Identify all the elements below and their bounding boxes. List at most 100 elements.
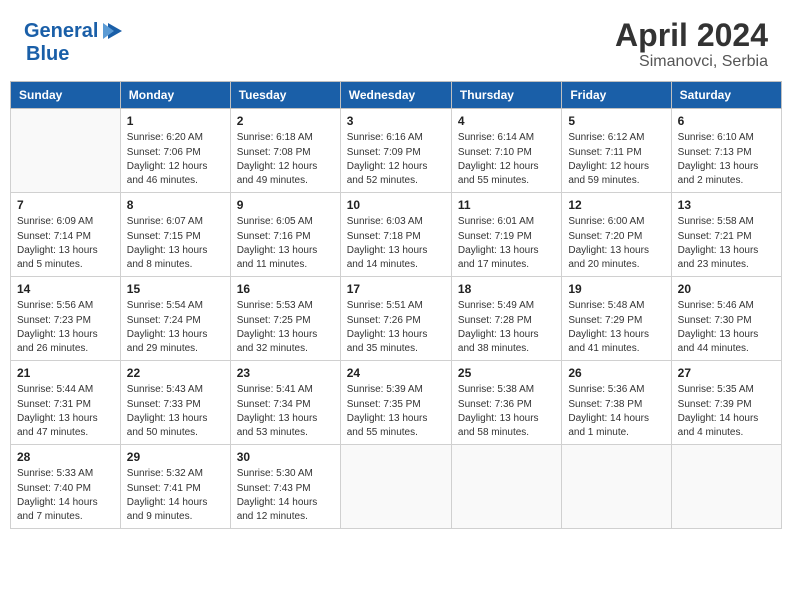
sunset-text: Sunset: 7:13 PM [678, 146, 775, 160]
location-subtitle: Simanovci, Serbia [615, 53, 768, 71]
sunrise-text: Sunrise: 6:14 AM [458, 131, 555, 145]
daylight-text: Daylight: 14 hours and 4 minutes. [678, 412, 775, 439]
day-number: 18 [458, 282, 555, 296]
logo-blue: Blue [26, 44, 126, 65]
col-tuesday: Tuesday [230, 82, 340, 109]
calendar-cell [340, 445, 451, 529]
day-number: 28 [17, 450, 114, 464]
logo: General Blue [24, 18, 126, 65]
calendar-cell: 9 Sunrise: 6:05 AMSunset: 7:16 PMDaylight… [230, 193, 340, 277]
sunrise-text: Sunrise: 6:12 AM [568, 131, 664, 145]
calendar-header-row: Sunday Monday Tuesday Wednesday Thursday… [11, 82, 782, 109]
sunset-text: Sunset: 7:33 PM [127, 398, 224, 412]
calendar-cell [562, 445, 671, 529]
day-number: 7 [17, 198, 114, 212]
calendar-cell: 20Sunrise: 5:46 AMSunset: 7:30 PMDayligh… [671, 277, 781, 361]
day-number: 9 [237, 198, 334, 212]
daylight-text: Daylight: 13 hours and 5 minutes. [17, 244, 114, 271]
day-number: 5 [568, 114, 664, 128]
sunrise-text: Sunrise: 5:36 AM [568, 383, 664, 397]
day-number: 21 [17, 366, 114, 380]
calendar-week-row: 7Sunrise: 6:09 AMSunset: 7:14 PMDaylight… [11, 193, 782, 277]
day-number: 6 [678, 114, 775, 128]
calendar-cell: 24 Sunrise: 5:39 AMSunset: 7:35 PMDayligh… [340, 361, 451, 445]
calendar-cell: 30Sunrise: 5:30 AMSunset: 7:43 PMDayligh… [230, 445, 340, 529]
sunrise-text: Sunrise: 5:48 AM [568, 299, 664, 313]
daylight-text: Daylight: 13 hours and 14 minutes. [347, 244, 445, 271]
calendar-cell: 29Sunrise: 5:32 AMSunset: 7:41 PMDayligh… [120, 445, 230, 529]
daylight-text: Daylight: 13 hours and 11 minutes. [237, 244, 334, 271]
sunset-text: Sunset: 7:20 PM [568, 230, 664, 244]
calendar-cell: 23Sunrise: 5:41 AMSunset: 7:34 PMDayligh… [230, 361, 340, 445]
page-header: General Blue April 2024 Simanovci, Serbi… [0, 0, 792, 81]
daylight-text: Daylight: 13 hours and 23 minutes. [678, 244, 775, 271]
sunrise-text: Sunrise: 6:07 AM [127, 215, 224, 229]
calendar-cell [451, 445, 561, 529]
calendar-cell: 25Sunrise: 5:38 AMSunset: 7:36 PMDayligh… [451, 361, 561, 445]
col-sunday: Sunday [11, 82, 121, 109]
col-monday: Monday [120, 82, 230, 109]
day-number: 1 [127, 114, 224, 128]
day-number: 8 [127, 198, 224, 212]
sunrise-text: Sunrise: 5:51 AM [347, 299, 445, 313]
calendar-cell: 28Sunrise: 5:33 AMSunset: 7:40 PMDayligh… [11, 445, 121, 529]
sunset-text: Sunset: 7:28 PM [458, 314, 555, 328]
sunset-text: Sunset: 7:24 PM [127, 314, 224, 328]
sunrise-text: Sunrise: 5:44 AM [17, 383, 114, 397]
calendar-cell: 26Sunrise: 5:36 AMSunset: 7:38 PMDayligh… [562, 361, 671, 445]
title-block: April 2024 Simanovci, Serbia [615, 18, 768, 71]
sunset-text: Sunset: 7:25 PM [237, 314, 334, 328]
calendar-cell: 2Sunrise: 6:18 AMSunset: 7:08 PMDaylight… [230, 109, 340, 193]
day-number: 30 [237, 450, 334, 464]
sunset-text: Sunset: 7:18 PM [347, 230, 445, 244]
sunset-text: Sunset: 7:15 PM [127, 230, 224, 244]
daylight-text: Daylight: 12 hours and 52 minutes. [347, 160, 445, 187]
sunrise-text: Sunrise: 5:54 AM [127, 299, 224, 313]
sunset-text: Sunset: 7:43 PM [237, 482, 334, 496]
sunset-text: Sunset: 7:16 PM [237, 230, 334, 244]
sunset-text: Sunset: 7:35 PM [347, 398, 445, 412]
sunset-text: Sunset: 7:30 PM [678, 314, 775, 328]
sunset-text: Sunset: 7:38 PM [568, 398, 664, 412]
calendar-cell [11, 109, 121, 193]
daylight-text: Daylight: 14 hours and 9 minutes. [127, 496, 224, 523]
daylight-text: Daylight: 14 hours and 7 minutes. [17, 496, 114, 523]
sunrise-text: Sunrise: 5:43 AM [127, 383, 224, 397]
calendar-cell: 4Sunrise: 6:14 AMSunset: 7:10 PMDaylight… [451, 109, 561, 193]
calendar-cell: 7Sunrise: 6:09 AMSunset: 7:14 PMDaylight… [11, 193, 121, 277]
day-number: 2 [237, 114, 334, 128]
sunset-text: Sunset: 7:31 PM [17, 398, 114, 412]
sunset-text: Sunset: 7:41 PM [127, 482, 224, 496]
day-number: 29 [127, 450, 224, 464]
daylight-text: Daylight: 13 hours and 8 minutes. [127, 244, 224, 271]
calendar-cell: 22Sunrise: 5:43 AMSunset: 7:33 PMDayligh… [120, 361, 230, 445]
calendar-cell: 16Sunrise: 5:53 AMSunset: 7:25 PMDayligh… [230, 277, 340, 361]
day-number: 13 [678, 198, 775, 212]
sunrise-text: Sunrise: 5:58 AM [678, 215, 775, 229]
sunset-text: Sunset: 7:40 PM [17, 482, 114, 496]
calendar-cell: 17Sunrise: 5:51 AMSunset: 7:26 PMDayligh… [340, 277, 451, 361]
sunrise-text: Sunrise: 6:16 AM [347, 131, 445, 145]
day-number: 4 [458, 114, 555, 128]
day-number: 3 [347, 114, 445, 128]
sunrise-text: Sunrise: 6:05 AM [237, 215, 334, 229]
daylight-text: Daylight: 13 hours and 29 minutes. [127, 328, 224, 355]
sunset-text: Sunset: 7:11 PM [568, 146, 664, 160]
calendar-week-row: 14Sunrise: 5:56 AMSunset: 7:23 PMDayligh… [11, 277, 782, 361]
sunrise-text: Sunrise: 5:46 AM [678, 299, 775, 313]
calendar-cell: 6Sunrise: 6:10 AMSunset: 7:13 PMDaylight… [671, 109, 781, 193]
sunset-text: Sunset: 7:34 PM [237, 398, 334, 412]
sunrise-text: Sunrise: 6:10 AM [678, 131, 775, 145]
daylight-text: Daylight: 12 hours and 49 minutes. [237, 160, 334, 187]
sunrise-text: Sunrise: 5:41 AM [237, 383, 334, 397]
day-number: 16 [237, 282, 334, 296]
calendar-table: Sunday Monday Tuesday Wednesday Thursday… [10, 81, 782, 529]
sunset-text: Sunset: 7:21 PM [678, 230, 775, 244]
daylight-text: Daylight: 13 hours and 55 minutes. [347, 412, 445, 439]
sunrise-text: Sunrise: 5:39 AM [347, 383, 445, 397]
col-wednesday: Wednesday [340, 82, 451, 109]
calendar-cell: 19Sunrise: 5:48 AMSunset: 7:29 PMDayligh… [562, 277, 671, 361]
sunset-text: Sunset: 7:36 PM [458, 398, 555, 412]
day-number: 24 [347, 366, 445, 380]
sunrise-text: Sunrise: 5:30 AM [237, 467, 334, 481]
